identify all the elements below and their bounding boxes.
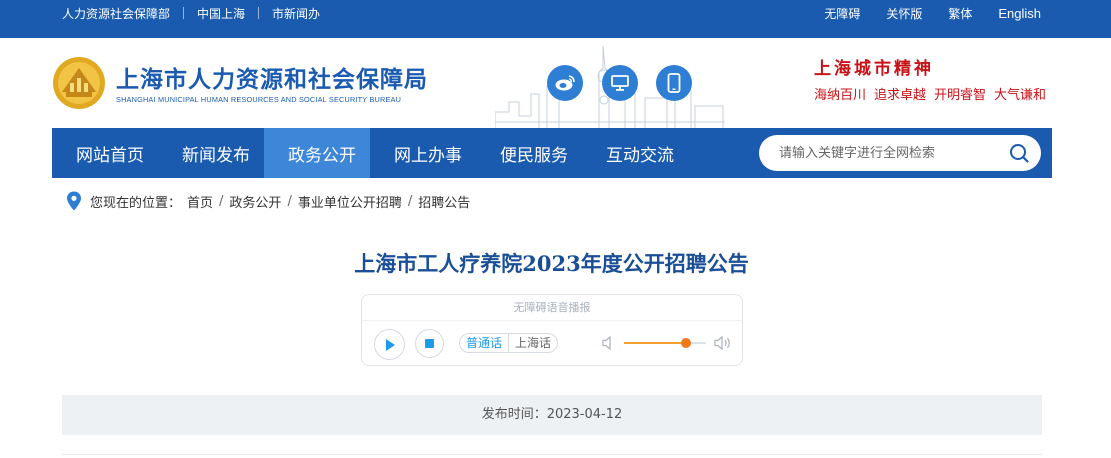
nav-item-news[interactable]: 新闻发布 <box>158 128 264 178</box>
location-pin-icon <box>67 191 81 211</box>
breadcrumb-recruitment[interactable]: 事业单位公开招聘 <box>298 192 402 211</box>
publish-time: 发布时间：2023-04-12 <box>62 395 1042 435</box>
nav-item-interaction[interactable]: 互动交流 <box>582 128 688 178</box>
audio-title: 无障碍语音播报 <box>362 295 742 321</box>
breadcrumb-gov-affairs[interactable]: 政务公开 <box>229 192 281 211</box>
site-subtitle: SHANGHAI MUNICIPAL HUMAN RESOURCES AND S… <box>116 95 402 104</box>
language-toggle: 普通话 上海话 <box>459 333 559 353</box>
nav-item-citizen-services[interactable]: 便民服务 <box>476 128 582 178</box>
city-spirit-items: 海纳百川 追求卓越 开明睿智 大气谦和 <box>814 84 1054 103</box>
lang-mandarin[interactable]: 普通话 <box>460 334 508 352</box>
link-news-office[interactable]: 市新闻办 <box>272 5 320 22</box>
content-divider <box>62 454 1042 455</box>
top-links-right: 无障碍 关怀版 繁体 English <box>798 0 1041 26</box>
nav-item-home[interactable]: 网站首页 <box>52 128 158 178</box>
volume-low-icon[interactable] <box>602 335 616 351</box>
breadcrumb: 您现在的位置： 首页 / 政务公开 / 事业单位公开招聘 / 招聘公告 <box>66 189 470 213</box>
link-traditional[interactable]: 繁体 <box>948 5 972 22</box>
top-divider <box>258 7 260 19</box>
link-mohrss[interactable]: 人力资源社会保障部 <box>62 5 170 22</box>
search-icon[interactable] <box>1009 143 1029 163</box>
spirit-item: 海纳百川 <box>814 88 867 103</box>
nav-item-online-services[interactable]: 网上办事 <box>370 128 476 178</box>
article-title: 上海市工人疗养院2023年度公开招聘公告 <box>354 251 749 276</box>
bureau-emblem-icon[interactable] <box>52 56 106 110</box>
link-accessibility[interactable]: 无障碍 <box>824 5 860 22</box>
volume-fill <box>624 342 687 344</box>
stop-button[interactable] <box>415 329 444 358</box>
breadcrumb-separator: / <box>407 193 413 209</box>
link-care-version[interactable]: 关怀版 <box>886 5 922 22</box>
volume-high-icon[interactable] <box>714 335 732 351</box>
computer-icon <box>611 75 629 91</box>
breadcrumb-separator: / <box>219 193 224 209</box>
play-button[interactable] <box>374 329 405 360</box>
search-input[interactable] <box>779 135 999 171</box>
play-icon <box>385 338 395 351</box>
spirit-item: 开明睿智 <box>934 88 987 103</box>
breadcrumb-label: 您现在的位置： <box>90 195 182 211</box>
stop-icon <box>425 339 434 348</box>
top-bar: 人力资源社会保障部 中国上海 市新闻办 无障碍 关怀版 繁体 English <box>0 0 1111 38</box>
breadcrumb-home[interactable]: 首页 <box>187 192 213 211</box>
audio-player: 无障碍语音播报 普通话 上海话 <box>361 294 743 366</box>
volume-slider[interactable] <box>624 338 706 348</box>
nav-item-gov-affairs[interactable]: 政务公开 <box>264 128 370 178</box>
spirit-item: 大气谦和 <box>994 88 1047 103</box>
link-china-shanghai[interactable]: 中国上海 <box>197 5 245 22</box>
volume-knob[interactable] <box>681 338 692 348</box>
city-spirit-title: 上海城市精神 <box>814 59 934 79</box>
spirit-item: 追求卓越 <box>874 88 927 103</box>
main-nav: 网站首页 新闻发布 政务公开 网上办事 便民服务 互动交流 <box>52 128 1052 178</box>
mobile-version-button[interactable] <box>656 65 692 101</box>
weibo-button[interactable] <box>547 65 583 101</box>
weibo-icon <box>555 75 575 91</box>
top-divider <box>183 7 185 19</box>
site-header: 上海市人力资源和社会保障局 SHANGHAI MUNICIPAL HUMAN R… <box>0 38 1111 128</box>
top-links-left: 人力资源社会保障部 中国上海 市新闻办 <box>62 0 320 26</box>
breadcrumb-notice[interactable]: 招聘公告 <box>418 192 470 211</box>
lang-shanghainese[interactable]: 上海话 <box>508 334 557 352</box>
mobile-icon <box>667 73 681 93</box>
search-box <box>759 135 1041 171</box>
link-english[interactable]: English <box>998 6 1041 21</box>
pc-version-button[interactable] <box>602 65 638 101</box>
breadcrumb-separator: / <box>287 193 292 209</box>
site-title[interactable]: 上海市人力资源和社会保障局 <box>116 60 428 94</box>
